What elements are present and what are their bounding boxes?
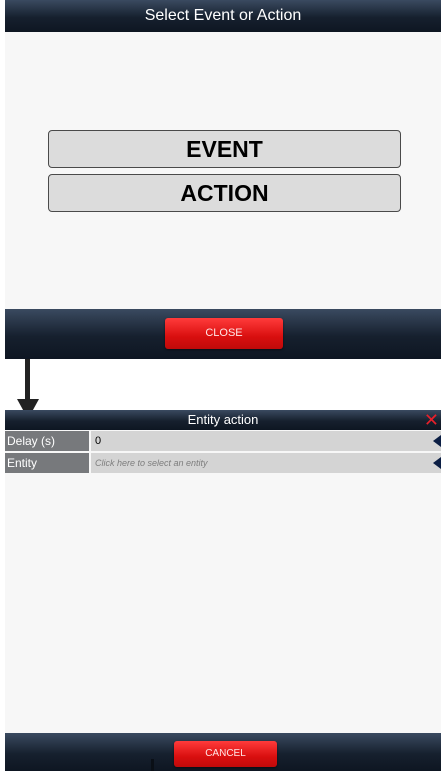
entity-placeholder: Click here to select an entity [95, 458, 208, 468]
dropdown-triangle-icon[interactable] [433, 457, 441, 469]
close-icon[interactable]: ✕ [424, 410, 439, 430]
dialog-footer: CANCEL [5, 733, 441, 771]
cancel-button[interactable]: CANCEL [174, 741, 277, 767]
action-button[interactable]: ACTION [48, 174, 401, 212]
dropdown-triangle-icon[interactable] [433, 435, 441, 447]
delay-field-row: Delay (s) 0 [5, 431, 441, 451]
dialog-footer: CLOSE [5, 309, 441, 359]
footer-marker [151, 759, 154, 771]
dialog-title-text: Entity action [187, 412, 259, 427]
delay-input[interactable]: 0 [91, 431, 441, 451]
entity-selector[interactable]: Click here to select an entity [91, 453, 441, 473]
close-button[interactable]: CLOSE [165, 318, 283, 349]
delay-label: Delay (s) [5, 431, 89, 451]
entity-label: Entity [5, 453, 89, 473]
entity-action-dialog: Entity action ✕ Delay (s) 0 Entity Click… [5, 410, 441, 771]
delay-value: 0 [95, 435, 102, 447]
down-arrow-icon [25, 359, 30, 401]
select-event-or-action-dialog: Select Event or Action EVENT ACTION CLOS… [5, 0, 441, 359]
dialog-title: Entity action ✕ [5, 410, 441, 430]
dialog-title: Select Event or Action [5, 0, 441, 32]
event-button[interactable]: EVENT [48, 130, 401, 168]
entity-field-row: Entity Click here to select an entity [5, 453, 441, 473]
